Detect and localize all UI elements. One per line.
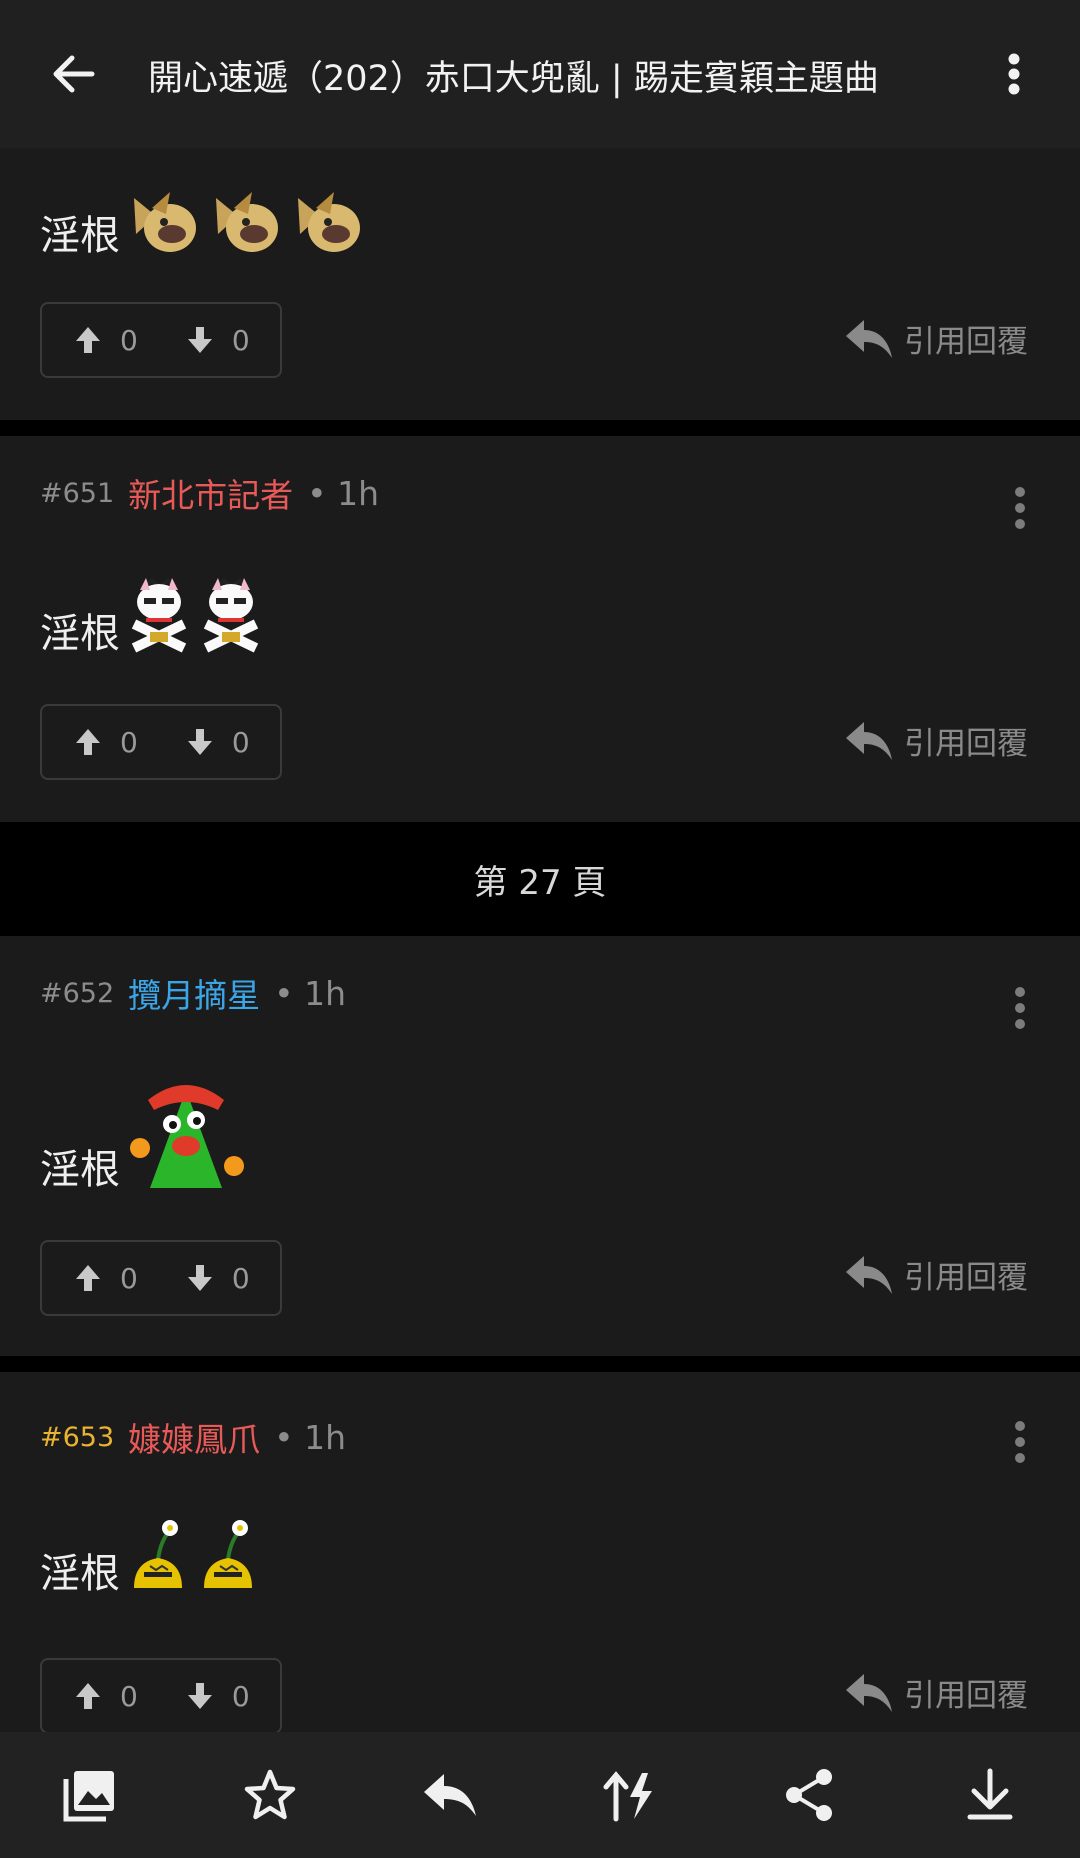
- golden-dog-emoji-icon: [290, 188, 366, 262]
- upvote-count: 0: [120, 725, 138, 759]
- back-arrow-icon[interactable]: [44, 44, 104, 104]
- more-vert-icon[interactable]: [984, 44, 1044, 104]
- upvote-count: 0: [120, 323, 138, 357]
- upvote-count: 0: [120, 1679, 138, 1713]
- author-name[interactable]: 新北市記者: [128, 469, 293, 517]
- post-text: 淫根: [40, 611, 120, 657]
- upvote-button[interactable]: 0: [74, 1680, 138, 1713]
- arrow-up-icon: [76, 729, 100, 755]
- floor-number: #653: [40, 1421, 115, 1453]
- star-icon[interactable]: [235, 1760, 305, 1830]
- reply-icon: [846, 320, 892, 358]
- downvote-count: 0: [231, 1261, 250, 1295]
- sort-flash-icon[interactable]: [595, 1760, 665, 1830]
- thread-title: 開心速遞（202）赤口大兜亂 | 踢走賓穎主題曲: [148, 59, 879, 99]
- post-meta: #652 攬月摘星 • 1h: [40, 968, 346, 1018]
- reply-icon[interactable]: [415, 1760, 485, 1830]
- quote-reply-button[interactable]: 引用回覆: [844, 1662, 1028, 1722]
- upvote-count: 0: [120, 1261, 138, 1295]
- flower-bell-emoji-icon: [126, 1518, 190, 1600]
- top-app-bar: 開心速遞（202）赤口大兜亂 | 踢走賓穎主題曲: [0, 0, 1080, 148]
- arrow-up-icon: [76, 1265, 100, 1291]
- downvote-button[interactable]: 0: [186, 1262, 250, 1295]
- download-icon[interactable]: [955, 1760, 1025, 1830]
- post-more-icon[interactable]: [1000, 978, 1040, 1038]
- quote-reply-label: 引用回覆: [904, 1259, 1028, 1296]
- downvote-button[interactable]: 0: [186, 726, 250, 759]
- page-number-label: 第 27 頁: [473, 862, 607, 903]
- vote-box: 0 0: [40, 704, 282, 780]
- downvote-button[interactable]: 0: [186, 324, 250, 357]
- quote-reply-label: 引用回覆: [904, 1677, 1028, 1714]
- post-meta: #653 嫝嫝鳳爪 • 1h: [40, 1412, 346, 1462]
- vote-box: 0 0: [40, 1658, 282, 1734]
- arrow-up-icon: [76, 327, 100, 353]
- quote-reply-label: 引用回覆: [904, 725, 1028, 762]
- reply-icon: [846, 722, 892, 760]
- post-body: 淫根: [40, 1518, 260, 1600]
- post-body: 淫根: [40, 1076, 246, 1196]
- app-root: 開心速遞（202）赤口大兜亂 | 踢走賓穎主題曲 淫根 0 0 引用回覆 #65…: [0, 0, 1080, 1858]
- arrow-down-icon: [187, 1265, 212, 1291]
- quote-reply-button[interactable]: 引用回覆: [844, 308, 1028, 368]
- reply-icon: [846, 1256, 892, 1294]
- post-card: #653 嫝嫝鳳爪 • 1h 淫根 0 0 引用回覆: [0, 1372, 1080, 1734]
- post-time: • 1h: [274, 1417, 347, 1457]
- post-text: 淫根: [40, 1147, 120, 1193]
- vote-box: 0 0: [40, 1240, 282, 1316]
- post-separator: [0, 1356, 1080, 1372]
- post-time: • 1h: [274, 973, 347, 1013]
- post-card: 淫根 0 0 引用回覆: [0, 148, 1080, 420]
- post-meta: #651 新北市記者 • 1h: [40, 468, 379, 518]
- bottom-toolbar: [0, 1732, 1080, 1858]
- post-body: 淫根: [40, 576, 264, 660]
- upvote-button[interactable]: 0: [74, 324, 138, 357]
- post-card: #651 新北市記者 • 1h 淫根 0 0 引用回覆: [0, 436, 1080, 822]
- downvote-count: 0: [231, 323, 250, 357]
- golden-dog-emoji-icon: [208, 188, 284, 262]
- upvote-button[interactable]: 0: [74, 1262, 138, 1295]
- post-more-icon[interactable]: [1000, 478, 1040, 538]
- lucky-cat-emoji-icon: [126, 576, 192, 660]
- flower-bell-emoji-icon: [196, 1518, 260, 1600]
- page-divider: 第 27 頁: [0, 822, 1080, 936]
- lucky-cat-emoji-icon: [198, 576, 264, 660]
- downvote-button[interactable]: 0: [186, 1680, 250, 1713]
- quote-reply-label: 引用回覆: [904, 323, 1028, 360]
- post-card: #652 攬月摘星 • 1h 淫根 0 0 引用回覆: [0, 936, 1080, 1356]
- share-icon[interactable]: [775, 1760, 845, 1830]
- author-name[interactable]: 攬月摘星: [128, 969, 260, 1017]
- upvote-button[interactable]: 0: [74, 726, 138, 759]
- post-more-icon[interactable]: [1000, 1412, 1040, 1472]
- arrow-down-icon: [187, 729, 212, 755]
- author-name[interactable]: 嫝嫝鳳爪: [128, 1413, 260, 1461]
- post-time: • 1h: [307, 473, 380, 513]
- arrow-down-icon: [187, 327, 212, 353]
- floor-number: #651: [40, 477, 115, 509]
- arrow-up-icon: [76, 1683, 100, 1709]
- vote-box: 0 0: [40, 302, 282, 378]
- golden-dog-emoji-icon: [126, 188, 202, 262]
- floor-number: #652: [40, 977, 115, 1009]
- downvote-count: 0: [231, 725, 250, 759]
- post-separator: [0, 420, 1080, 436]
- quote-reply-button[interactable]: 引用回覆: [844, 710, 1028, 770]
- post-text: 淫根: [40, 1551, 120, 1597]
- post-body: 淫根: [40, 188, 366, 262]
- green-blob-emoji-icon: [126, 1076, 246, 1196]
- quote-reply-button[interactable]: 引用回覆: [844, 1244, 1028, 1304]
- post-text: 淫根: [40, 213, 120, 259]
- reply-icon: [846, 1674, 892, 1712]
- downvote-count: 0: [231, 1679, 250, 1713]
- gallery-icon[interactable]: [55, 1760, 125, 1830]
- arrow-down-icon: [187, 1683, 212, 1709]
